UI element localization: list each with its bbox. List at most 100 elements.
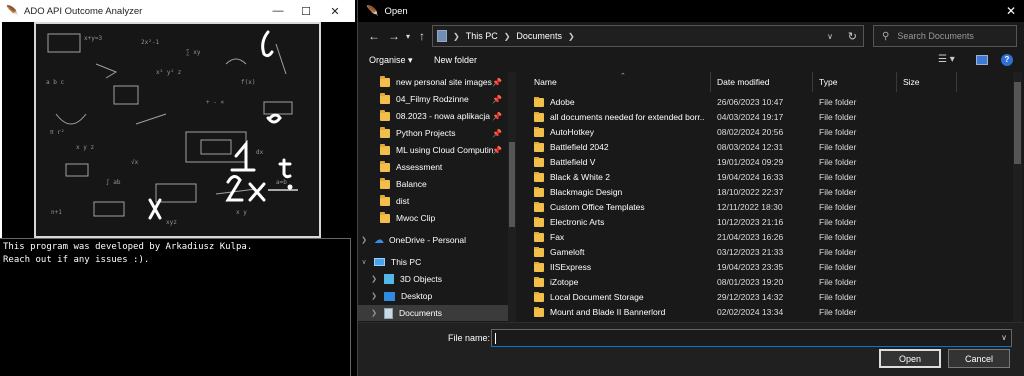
- table-row[interactable]: all documents needed for extended borr..…: [520, 110, 1013, 125]
- dialog-titlebar[interactable]: 🪶 Open ✕: [358, 0, 1024, 22]
- cancel-button[interactable]: Cancel: [948, 349, 1010, 368]
- folder-icon: [534, 307, 544, 317]
- folder-icon: [534, 187, 544, 197]
- scrollbar-thumb[interactable]: [509, 142, 515, 227]
- column-divider[interactable]: [956, 72, 957, 92]
- nav-item-filmy-rodzinne[interactable]: 04_Filmy Rodzinne 📌: [358, 91, 508, 107]
- breadcrumb-documents[interactable]: Documents: [516, 31, 562, 41]
- new-folder-button[interactable]: New folder: [434, 55, 477, 65]
- folder-icon: [534, 157, 544, 167]
- nav-item-this-pc[interactable]: ∨ This PC: [358, 254, 508, 270]
- scrollbar-thumb[interactable]: [1014, 82, 1021, 164]
- file-name: all documents needed for extended borr..…: [550, 112, 704, 122]
- chevron-right-icon[interactable]: ❯: [370, 309, 378, 317]
- column-divider[interactable]: [710, 72, 711, 92]
- back-arrow-icon[interactable]: ←: [364, 29, 384, 43]
- search-input[interactable]: ⚲ Search Documents: [873, 25, 1017, 47]
- nav-item-ml-cloud[interactable]: ML using Cloud Computin 📌: [358, 142, 508, 158]
- nav-item-dist[interactable]: dist: [358, 193, 508, 209]
- forward-arrow-icon[interactable]: →: [384, 29, 404, 43]
- help-icon[interactable]: ?: [1001, 54, 1013, 66]
- preview-pane-icon[interactable]: [976, 55, 988, 65]
- chevron-right-icon[interactable]: ❯: [370, 292, 378, 300]
- nav-item-python-projects[interactable]: Python Projects 📌: [358, 125, 508, 141]
- chevron-right-icon[interactable]: ❯: [370, 275, 378, 283]
- file-name: IISExpress: [550, 262, 592, 272]
- svg-text:√x: √x: [131, 159, 139, 166]
- column-header-size[interactable]: Size: [903, 72, 920, 92]
- table-row[interactable]: Blackmagic Design 18/10/2022 22:37 File fo…: [520, 185, 1013, 200]
- folder-icon: [534, 277, 544, 287]
- table-row[interactable]: Adobe 26/06/2023 10:47 File folder: [520, 95, 1013, 110]
- recent-chevron-icon[interactable]: ▾: [404, 32, 412, 41]
- file-name: Blackmagic Design: [550, 187, 623, 197]
- column-header-date[interactable]: Date modified: [717, 72, 769, 92]
- nav-item-desktop[interactable]: ❯ Desktop: [358, 288, 508, 304]
- view-options-icon[interactable]: ☰ ▾: [938, 54, 955, 65]
- nav-item-assessment[interactable]: Assessment: [358, 159, 508, 175]
- organise-button[interactable]: Organise ▾: [369, 55, 413, 66]
- file-type: File folder: [819, 172, 857, 182]
- nav-item-new-personal-site-images[interactable]: new personal site images 📌: [358, 74, 508, 90]
- table-row[interactable]: Electronic Arts 10/12/2023 21:16 File fold…: [520, 215, 1013, 230]
- chevron-right-icon[interactable]: ❯: [504, 32, 511, 41]
- folder-icon: [380, 211, 390, 223]
- nav-item-documents[interactable]: ❯ Documents: [358, 305, 508, 321]
- chevron-right-icon[interactable]: ❯: [360, 236, 368, 244]
- table-row[interactable]: Black & White 2 19/04/2024 16:33 File fold…: [520, 170, 1013, 185]
- file-list-scrollbar[interactable]: [1013, 72, 1022, 322]
- chalkboard-image: x+y=3 2x²-1 ∑ xy a b c x² y² z f(x) π r²…: [34, 22, 321, 238]
- table-row[interactable]: Fax 21/04/2023 16:26 File folder: [520, 230, 1013, 245]
- nav-item-nowa-aplikacja[interactable]: 08.2023 - nowa aplikacja 📌: [358, 108, 508, 124]
- window-border: [0, 22, 2, 238]
- chevron-down-icon[interactable]: ∨: [827, 32, 833, 41]
- nav-item-mwoc-clip[interactable]: Mwoc Clip: [358, 210, 508, 226]
- table-row[interactable]: Battlefield 2042 08/03/2024 12:31 File fol…: [520, 140, 1013, 155]
- column-divider[interactable]: [812, 72, 813, 92]
- app-titlebar[interactable]: 🪶 ADO API Outcome Analyzer — ☐ ✕: [0, 0, 355, 22]
- close-icon[interactable]: ✕: [1006, 4, 1016, 18]
- nav-scrollbar[interactable]: [508, 72, 516, 322]
- file-date: 18/10/2022 22:37: [717, 187, 784, 197]
- folder-icon: [380, 92, 390, 104]
- svg-text:xyz: xyz: [166, 219, 177, 226]
- nav-item-balance[interactable]: Balance: [358, 176, 508, 192]
- table-row[interactable]: Custom Office Templates 12/11/2022 18:30 F…: [520, 200, 1013, 215]
- chevron-down-icon[interactable]: ∨: [1001, 333, 1007, 342]
- nav-item-3d-objects[interactable]: ❯ 3D Objects: [358, 271, 508, 287]
- table-row[interactable]: Local Document Storage 29/12/2023 14:32 Fi…: [520, 290, 1013, 305]
- file-date: 26/06/2023 10:47: [717, 97, 784, 107]
- column-header-name[interactable]: Name: [534, 72, 557, 92]
- table-row[interactable]: Mount and Blade II Bannerlord 02/02/2024 …: [520, 305, 1013, 320]
- column-header-type[interactable]: Type: [819, 72, 837, 92]
- pin-icon: 📌: [492, 128, 502, 138]
- pin-icon: 📌: [492, 94, 502, 104]
- close-icon[interactable]: ✕: [321, 0, 349, 22]
- minimize-icon[interactable]: —: [264, 0, 292, 22]
- address-bar[interactable]: ❯ This PC ❯ Documents ❯ ∨ ↻: [432, 25, 864, 47]
- file-type: File folder: [819, 217, 857, 227]
- output-console[interactable]: This program was developed by Arkadiusz …: [0, 238, 351, 376]
- file-date: 08/01/2023 19:20: [717, 277, 784, 287]
- svg-text:π r²: π r²: [50, 129, 64, 136]
- up-arrow-icon[interactable]: ↑: [412, 29, 432, 43]
- refresh-icon[interactable]: ↻: [848, 30, 857, 43]
- table-row[interactable]: iZotope 08/01/2023 19:20 File folder: [520, 275, 1013, 290]
- breadcrumb-this-pc[interactable]: This PC: [466, 31, 498, 41]
- file-type: File folder: [819, 127, 857, 137]
- table-row[interactable]: Gameloft 03/12/2023 21:33 File folder: [520, 245, 1013, 260]
- chevron-right-icon[interactable]: ❯: [453, 32, 460, 41]
- table-row[interactable]: AutoHotkey 08/02/2024 20:56 File folder: [520, 125, 1013, 140]
- file-name-field[interactable]: ∨: [491, 329, 1012, 347]
- open-button[interactable]: Open: [879, 349, 941, 368]
- nav-item-onedrive[interactable]: ❯ ☁ OneDrive - Personal: [358, 232, 508, 248]
- chevron-down-icon[interactable]: ∨: [360, 258, 368, 266]
- nav-item-label: 04_Filmy Rodzinne: [396, 94, 469, 104]
- document-icon: [384, 307, 393, 319]
- table-row[interactable]: IISExpress 19/04/2023 23:35 File folder: [520, 260, 1013, 275]
- folder-icon: [534, 292, 544, 302]
- chevron-right-icon[interactable]: ❯: [568, 32, 575, 41]
- column-divider[interactable]: [896, 72, 897, 92]
- table-row[interactable]: Battlefield V 19/01/2024 09:29 File folder: [520, 155, 1013, 170]
- maximize-icon[interactable]: ☐: [292, 0, 320, 22]
